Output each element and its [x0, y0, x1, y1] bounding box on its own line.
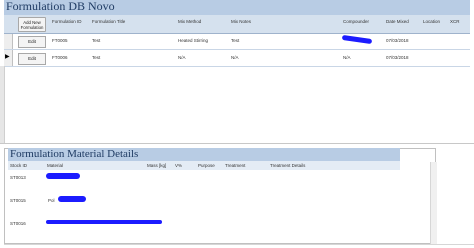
redaction-mark — [58, 196, 86, 202]
cell-stock-id: ST0015 — [10, 198, 26, 203]
redaction-mark — [46, 173, 80, 179]
cell-formulation-id: FT0006 — [52, 55, 68, 60]
header-mix-notes: Mix Notes — [231, 19, 252, 24]
subform-title-bar: Formulation Material Details — [8, 148, 400, 161]
cell-material[interactable]: Pol — [48, 198, 55, 203]
header-treatment: Treatment — [225, 163, 246, 168]
current-record-icon: ▶ — [5, 54, 10, 60]
header-mix-method: Mix Method — [178, 19, 202, 24]
cell-mix-notes: N/A — [231, 55, 239, 60]
cell-formulation-id: FT0005 — [52, 38, 68, 43]
subform-header-bar: Stock ID Material Mass [kg] V% Purpose T… — [8, 161, 400, 170]
record-selector-column — [0, 66, 5, 143]
header-vol-percent: V% — [175, 163, 183, 168]
redaction-mark — [341, 34, 373, 45]
form-title: Formulation DB Novo — [6, 0, 115, 13]
table-row[interactable]: Edit FT0005 Test Heated Stirring Test 07… — [4, 34, 470, 50]
header-formulation-id: Formulation ID — [52, 19, 82, 24]
header-xcr: XCR — [450, 19, 460, 24]
cell-compounder: N/A — [343, 55, 351, 60]
header-material: Material — [47, 163, 64, 168]
cell-stock-id: ST0013 — [10, 175, 26, 180]
header-stock-id: Stock ID — [10, 163, 28, 168]
cell-formulation-title: Test — [92, 38, 101, 43]
row-selector[interactable]: ▶ — [4, 50, 13, 66]
subform-title: Formulation Material Details — [10, 148, 139, 160]
cell-mix-notes: Test — [231, 38, 240, 43]
subform-scrollbar[interactable] — [430, 162, 437, 244]
section-divider — [0, 143, 474, 144]
row-selector[interactable] — [4, 34, 13, 49]
cell-mix-method: Heated Stirring — [178, 38, 209, 43]
form-title-bar: Formulation DB Novo — [4, 0, 470, 15]
header-mass: Mass [kg] — [147, 163, 167, 168]
header-formulation-title: Formulation Title — [92, 19, 126, 24]
redaction-mark — [46, 220, 162, 224]
cell-mix-method: N/A — [178, 55, 186, 60]
cell-date-mixed: 07/03/2018 — [386, 55, 409, 60]
edit-button[interactable]: Edit — [18, 36, 46, 48]
table-row[interactable]: ▶ Edit FT0006 Test N/A N/A N/A 07/03/201… — [4, 50, 470, 67]
header-purpose: Purpose — [198, 163, 215, 168]
column-header-bar: Formulation ID Formulation Title Mix Met… — [4, 15, 470, 34]
edit-button[interactable]: Edit — [18, 53, 46, 65]
bottom-border — [4, 244, 474, 245]
header-location: Location — [423, 19, 441, 24]
cell-date-mixed: 07/03/2018 — [386, 38, 409, 43]
header-compounder: Compounder — [343, 19, 370, 24]
header-treatment-details: Treatment Details — [270, 163, 306, 168]
header-date-mixed: Date Mixed — [386, 19, 409, 24]
cell-formulation-title: Test — [92, 55, 101, 60]
add-new-formulation-button[interactable]: Add New Formulation — [18, 17, 46, 32]
cell-stock-id: ST0016 — [10, 221, 26, 226]
